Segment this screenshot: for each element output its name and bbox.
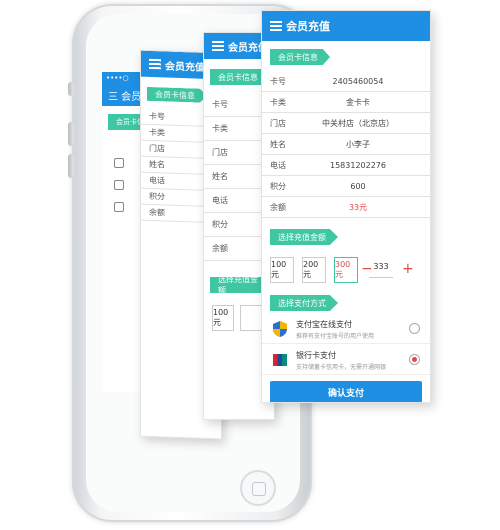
row-value: 600 (350, 181, 366, 191)
screen-card-3: 会员充值 会员卡信息 卡号 2405460054 卡类 金卡卡 门店 中关村店（… (261, 10, 431, 403)
payment-desc: 支持储蓄卡信用卡，无需开通网银 (296, 364, 387, 371)
section-tag-amount: 选择充值金额 (270, 229, 338, 245)
row-label: 电话 (212, 196, 228, 205)
payment-option-alipay[interactable]: 支付宝在线支付 推荐有支付宝账号的用户使用 (262, 314, 430, 344)
row-label: 卡号 (149, 111, 165, 122)
confirm-pay-button[interactable]: 确认支付 (270, 381, 422, 402)
row-label: 卡类 (212, 124, 228, 133)
table-row: 电话 15831202276 (262, 155, 430, 176)
volume-up-button (68, 122, 74, 146)
amount-option-300[interactable]: 300元 (334, 257, 358, 283)
row-label: 积分 (270, 181, 286, 191)
row-label: 卡号 (270, 76, 286, 86)
card-icon (114, 180, 124, 190)
volume-down-button (68, 154, 74, 178)
amount-option-partial[interactable] (240, 305, 262, 331)
row-label: 积分 (149, 191, 165, 202)
table-row: 余额 33元 (262, 197, 430, 218)
card3-header: 会员充值 (262, 11, 430, 41)
row-label: 门店 (149, 143, 165, 154)
stepper-plus-button[interactable]: + (402, 261, 414, 277)
mute-switch (68, 82, 74, 96)
card1-title: 会员充值 (165, 60, 205, 74)
row-label: 姓名 (212, 172, 228, 181)
payment-title: 支付宝在线支付 (296, 320, 352, 329)
menu-icon[interactable] (149, 58, 161, 70)
table-row: 门店 中关村店（北京店） (262, 113, 430, 134)
row-value: 2405460054 (332, 76, 384, 86)
payment-desc: 推荐有支付宝账号的用户使用 (296, 333, 375, 340)
row-value: 33元 (348, 202, 368, 212)
row-label: 余额 (149, 207, 165, 218)
row-value: 15831202276 (330, 160, 386, 170)
amount-option-200[interactable]: 200元 (302, 257, 326, 283)
row-label: 余额 (212, 244, 228, 253)
row-label: 电话 (149, 175, 165, 186)
home-button[interactable] (240, 470, 276, 506)
row-label: 姓名 (149, 159, 165, 170)
row-label: 积分 (212, 220, 228, 229)
amount-option-100[interactable]: 100元 (270, 257, 294, 283)
payment-option-unionpay[interactable]: 银行卡支付 支持储蓄卡信用卡，无需开通网银 (262, 345, 430, 375)
row-value: 小李子 (346, 139, 370, 149)
phone-icon (114, 158, 124, 168)
custom-amount-input[interactable]: 333 (369, 262, 393, 278)
radio-unionpay[interactable] (409, 354, 420, 365)
shield-icon (273, 321, 287, 337)
row-label: 门店 (270, 118, 286, 128)
row-label: 卡号 (212, 100, 228, 109)
row-value: 中关村店（北京店） (322, 118, 394, 128)
row-label: 余额 (270, 202, 286, 212)
table-row: 姓名 小李子 (262, 134, 430, 155)
row-label: 卡类 (149, 127, 165, 138)
radio-alipay[interactable] (409, 323, 420, 334)
row-value: 金卡卡 (346, 97, 370, 107)
table-row: 卡号 2405460054 (262, 71, 430, 92)
section-tag-card-info: 会员卡信息 (270, 49, 330, 65)
unionpay-icon (273, 354, 287, 366)
row-label: 电话 (270, 160, 286, 170)
table-row: 积分 600 (262, 176, 430, 197)
amount-option-100[interactable]: 100元 (212, 305, 234, 331)
menu-icon[interactable] (270, 21, 282, 31)
table-row: 卡类 金卡卡 (262, 92, 430, 113)
menu-icon[interactable] (212, 41, 224, 51)
payment-title: 银行卡支付 (296, 351, 336, 360)
lock-icon (114, 202, 124, 212)
card3-title: 会员充值 (286, 20, 330, 33)
section-tag-payment: 选择支付方式 (270, 295, 338, 311)
row-label: 卡类 (270, 97, 286, 107)
card1-section-tag: 会员卡信息 (147, 87, 207, 103)
row-label: 门店 (212, 148, 228, 157)
row-label: 姓名 (270, 139, 286, 149)
